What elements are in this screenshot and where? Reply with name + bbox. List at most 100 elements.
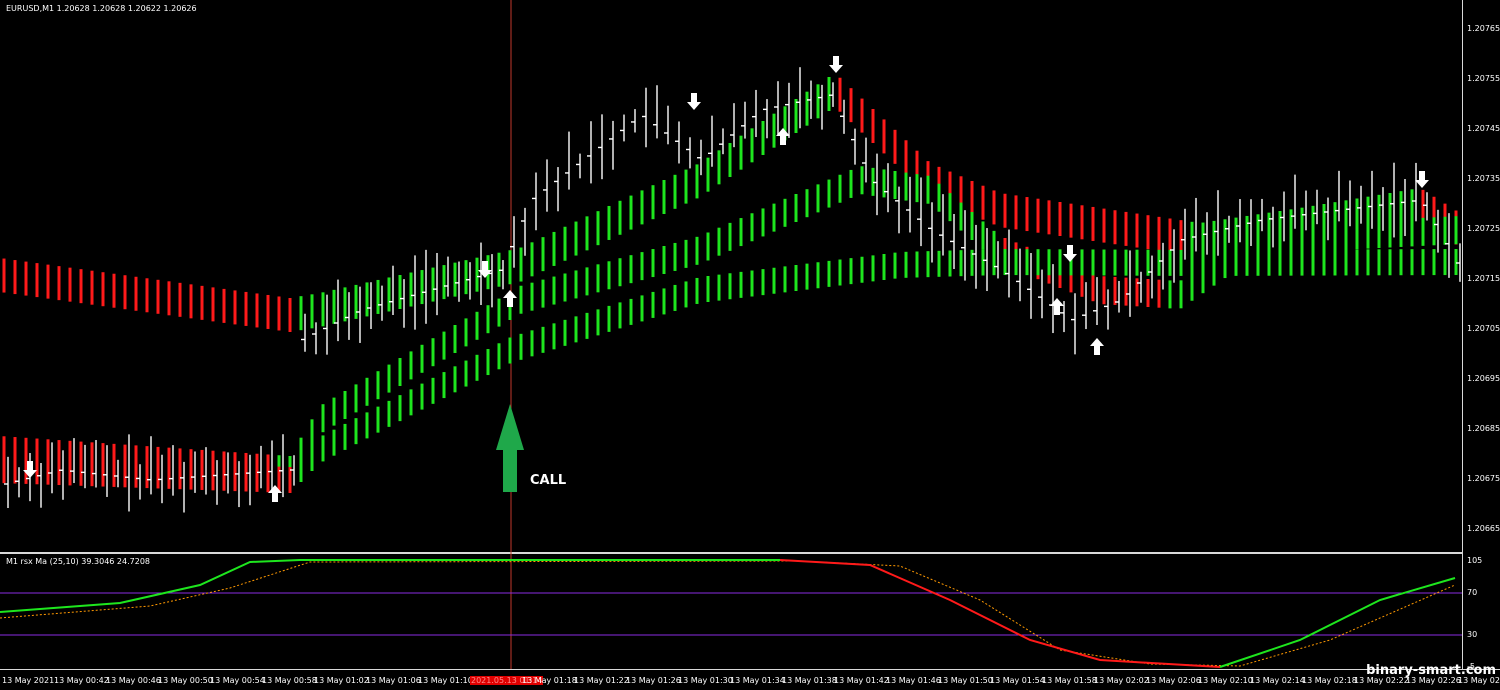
time-tick: 13 May 01:58 [1042,676,1097,685]
band-bar [1047,200,1051,235]
band-bar [827,260,831,287]
band-bar [684,281,688,308]
band-bar [1146,279,1150,307]
band-bar [475,354,479,381]
band-bar [365,282,369,317]
band-bar [849,258,853,285]
band-bar [761,269,765,296]
price-tick: 1.20665 [1467,524,1500,533]
band-bar [222,288,226,323]
time-tick: 13 May 01:02 [314,676,369,685]
band-bar [1223,249,1227,276]
band-bar [464,260,468,295]
band-bar [376,406,380,433]
time-tick: 13 May 01:18 [522,676,577,685]
time-tick: 13 May 00:50 [158,676,213,685]
band-bar [860,98,864,133]
band-bar [2,457,6,484]
band-bar [1168,280,1172,309]
band-bar [1432,217,1436,246]
band-bar [1135,213,1139,248]
band-bar [1443,216,1447,245]
band-bar [1289,224,1293,253]
band-bar [68,267,72,302]
band-bar [1355,221,1359,250]
up-arrow-icon [1090,338,1104,355]
time-tick: 13 May 02:18 [1302,676,1357,685]
band-bar [860,256,864,283]
time-tick: 13 May 00:54 [210,676,265,685]
indicator-tick: 105 [1467,556,1483,565]
band-bar [1047,249,1051,276]
band-bar [981,249,985,276]
band-bar [541,326,545,353]
band-bar [1080,205,1084,240]
band-bar [145,278,149,313]
band-bar [827,179,831,208]
band-bar [893,171,897,199]
band-bar [662,288,666,315]
band-bar [563,273,567,302]
band-bar [750,270,754,297]
band-bar [871,255,875,282]
band-bar [409,272,413,307]
band-bar [497,343,501,370]
call-arrow-icon [496,404,524,492]
band-bar [893,129,897,164]
band-bar [1212,220,1216,255]
band-bar [695,277,699,304]
band-bar [893,252,897,279]
band-bar [838,174,842,203]
band-bar [849,169,853,198]
band-bar [640,295,644,322]
band-bar [816,184,820,213]
band-bar [156,462,160,489]
band-bar [1069,203,1073,238]
band-bar [409,351,413,380]
band-bar [1278,249,1282,276]
band-bar [1388,219,1392,248]
band-bar [464,360,468,387]
down-arrow-icon [1415,171,1429,188]
up-arrow-icon [503,290,517,307]
band-bar [1003,193,1007,228]
time-tick: 13 May 01:54 [990,676,1045,685]
time-tick: 13 May 02:02 [1094,676,1149,685]
band-bar [508,337,512,364]
band-bar [563,226,567,261]
band-bar [904,172,908,201]
rsx-line-up [1219,577,1456,668]
band-bar [959,250,963,277]
band-bar [1179,249,1183,276]
time-tick: 13 May 2021 [2,676,55,685]
band-bar [68,459,72,486]
band-bar [1344,249,1348,276]
band-bar [167,281,171,316]
band-bar [794,265,798,291]
band-bar [1278,225,1282,253]
band-bar [145,462,149,489]
down-arrow-icon [829,56,843,73]
band-bar [1421,217,1425,246]
band-bar [772,267,776,294]
band-bar [299,296,303,331]
band-bar [332,397,336,426]
band-bar [1212,249,1216,276]
band-bar [299,456,303,482]
band-bar [255,465,259,492]
band-bar [442,265,446,300]
band-bar [519,285,523,314]
band-bar [1377,220,1381,249]
band-bar [530,330,534,357]
band-bar [640,190,644,225]
band-bar [1113,249,1117,276]
band-bar [1091,206,1095,241]
band-bar [816,84,820,119]
band-bar [706,276,710,302]
band-bar [442,372,446,399]
band-bar [35,263,39,298]
band-bar [222,464,226,491]
band-bar [486,349,490,376]
band-bar [948,250,952,277]
band-bar [310,294,314,329]
